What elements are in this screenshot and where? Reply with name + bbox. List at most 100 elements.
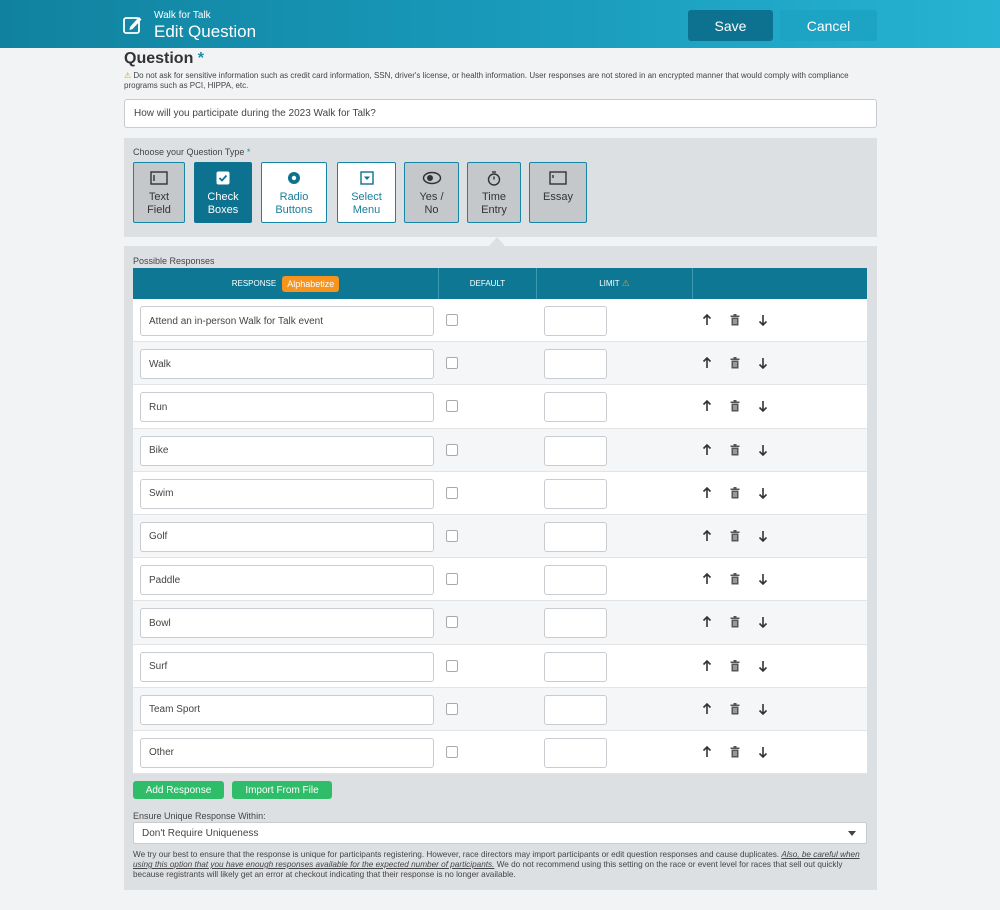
- add-response-button[interactable]: Add Response: [133, 781, 224, 799]
- warning-triangle-icon: ⚠: [124, 71, 132, 80]
- actions-column-header: [693, 268, 867, 299]
- selection-pointer: [489, 237, 505, 246]
- table-row: [133, 471, 867, 515]
- arrow-down-icon[interactable]: [756, 745, 770, 759]
- question-text-input[interactable]: [124, 99, 877, 128]
- response-input[interactable]: [140, 737, 434, 768]
- arrow-down-icon[interactable]: [756, 659, 770, 673]
- default-checkbox[interactable]: [446, 400, 458, 413]
- arrow-down-icon[interactable]: [756, 702, 770, 716]
- default-checkbox[interactable]: [446, 573, 458, 586]
- response-input[interactable]: [140, 435, 434, 466]
- type-label-line2: No: [424, 204, 439, 216]
- limit-input[interactable]: [544, 521, 607, 552]
- trash-icon[interactable]: [728, 443, 742, 457]
- trash-icon[interactable]: [728, 572, 742, 586]
- arrow-down-icon[interactable]: [756, 443, 770, 457]
- arrow-down-icon[interactable]: [756, 486, 770, 500]
- arrow-up-icon[interactable]: [700, 356, 714, 370]
- limit-input[interactable]: [544, 737, 607, 768]
- import-from-file-button[interactable]: Import From File: [232, 781, 332, 799]
- type-essay-button[interactable]: Essay: [529, 162, 587, 223]
- default-checkbox[interactable]: [446, 659, 458, 672]
- default-checkbox[interactable]: [446, 702, 458, 715]
- required-marker: *: [246, 147, 251, 157]
- arrow-down-icon[interactable]: [756, 313, 770, 327]
- type-text-field-button[interactable]: Text Field: [133, 162, 185, 223]
- alphabetize-button[interactable]: Alphabetize: [282, 275, 340, 292]
- default-checkbox[interactable]: [446, 745, 458, 758]
- limit-input[interactable]: [544, 478, 607, 509]
- table-row: [133, 644, 867, 688]
- default-checkbox[interactable]: [446, 529, 458, 542]
- response-input[interactable]: [140, 306, 434, 336]
- table-row: [133, 601, 867, 645]
- arrow-down-icon[interactable]: [756, 615, 770, 629]
- arrow-down-icon[interactable]: [756, 529, 770, 543]
- response-input[interactable]: [140, 651, 434, 682]
- question-heading-text: Question: [124, 50, 194, 67]
- type-select-menu-button[interactable]: Select Menu: [337, 162, 396, 223]
- help-text-1: We try our best to ensure that the respo…: [133, 850, 780, 859]
- unique-response-select[interactable]: Don't Require Uniqueness: [133, 822, 867, 844]
- trash-icon[interactable]: [728, 399, 742, 413]
- response-input[interactable]: [140, 478, 434, 509]
- arrow-up-icon[interactable]: [700, 702, 714, 716]
- default-checkbox[interactable]: [446, 314, 458, 326]
- trash-icon[interactable]: [728, 659, 742, 673]
- response-input[interactable]: [140, 608, 434, 639]
- response-input[interactable]: [140, 349, 434, 380]
- trash-icon[interactable]: [728, 529, 742, 543]
- type-radio-buttons-button[interactable]: Radio Buttons: [261, 162, 327, 223]
- limit-input[interactable]: [544, 694, 607, 725]
- table-row: [133, 558, 867, 602]
- limit-header-text: LIMIT: [599, 279, 620, 288]
- select-menu-icon: [359, 170, 374, 186]
- limit-input[interactable]: [544, 565, 607, 596]
- app-header: Walk for Talk Edit Question Save Cancel: [0, 0, 1000, 48]
- response-input[interactable]: [140, 565, 434, 596]
- limit-input[interactable]: [544, 435, 607, 466]
- arrow-up-icon[interactable]: [700, 615, 714, 629]
- arrow-up-icon[interactable]: [700, 486, 714, 500]
- page-title: Edit Question: [154, 22, 257, 41]
- trash-icon[interactable]: [728, 745, 742, 759]
- default-checkbox[interactable]: [446, 443, 458, 456]
- unique-response-selected: Don't Require Uniqueness: [142, 827, 259, 839]
- arrow-up-icon[interactable]: [700, 659, 714, 673]
- response-input[interactable]: [140, 392, 434, 423]
- limit-input[interactable]: [544, 306, 607, 336]
- arrow-up-icon[interactable]: [700, 313, 714, 327]
- arrow-up-icon[interactable]: [700, 443, 714, 457]
- trash-icon[interactable]: [728, 313, 742, 327]
- arrow-up-icon[interactable]: [700, 529, 714, 543]
- default-checkbox[interactable]: [446, 486, 458, 499]
- limit-input[interactable]: [544, 392, 607, 423]
- arrow-down-icon[interactable]: [756, 356, 770, 370]
- trash-icon[interactable]: [728, 356, 742, 370]
- save-button[interactable]: Save: [688, 10, 773, 41]
- trash-icon[interactable]: [728, 486, 742, 500]
- response-input[interactable]: [140, 694, 434, 725]
- cancel-button[interactable]: Cancel: [780, 10, 877, 41]
- limit-input[interactable]: [544, 651, 607, 682]
- arrow-up-icon[interactable]: [700, 572, 714, 586]
- default-checkbox[interactable]: [446, 616, 458, 629]
- checkbox-icon: [216, 170, 230, 186]
- warning-triangle-icon: ⚠: [621, 278, 630, 288]
- response-input[interactable]: [140, 521, 434, 552]
- type-label-line1: Radio: [279, 191, 309, 203]
- trash-icon[interactable]: [728, 702, 742, 716]
- arrow-up-icon[interactable]: [700, 399, 714, 413]
- limit-input[interactable]: [544, 349, 607, 380]
- limit-input[interactable]: [544, 608, 607, 639]
- arrow-down-icon[interactable]: [756, 399, 770, 413]
- trash-icon[interactable]: [728, 615, 742, 629]
- type-check-boxes-button[interactable]: Check Boxes: [194, 162, 252, 223]
- arrow-up-icon[interactable]: [700, 745, 714, 759]
- type-label-line2: Boxes: [207, 204, 239, 216]
- type-time-entry-button[interactable]: Time Entry: [467, 162, 521, 223]
- default-checkbox[interactable]: [446, 357, 458, 370]
- arrow-down-icon[interactable]: [756, 572, 770, 586]
- type-yes-no-button[interactable]: Yes / No: [404, 162, 459, 223]
